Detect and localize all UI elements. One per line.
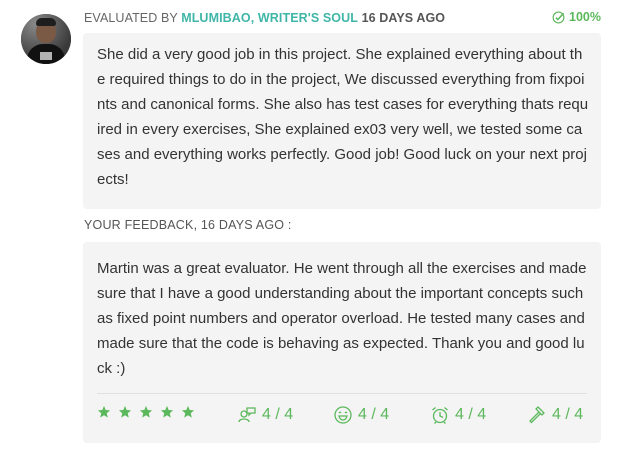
feedback-box: Martin was a great evaluator. He went th… [83,242,601,443]
star-icon [97,405,111,418]
metric-talk: 4 / 4 [237,405,293,425]
check-circle-icon [552,11,565,23]
gavel-icon [529,406,545,424]
evaluated-by-label: EVALUATED BY [84,11,178,25]
evaluation-comment-box: She did a very good job in this project.… [83,33,601,209]
evaluation-header: EVALUATED BY MLUMIBAO, WRITER'S SOUL 16 … [84,11,601,27]
feedback-comment: Martin was a great evaluator. He went th… [97,260,587,377]
metric-punctuality: 4 / 4 [430,405,486,425]
metric-rigor: 4 / 4 [527,405,583,425]
talk-icon [238,407,256,423]
score-value: 100% [569,10,601,24]
metric-value: 4 / 4 [262,406,294,423]
metric-value: 4 / 4 [358,406,390,423]
score-badge: 100% [552,10,601,24]
evaluator-avatar[interactable] [21,14,71,64]
feedback-ratings: 4 / 4 4 / 4 4 / 4 4 / 4 [97,405,589,429]
star-rating [97,405,195,419]
evaluation-comment: She did a very good job in this project.… [97,46,589,188]
evaluation-time: 16 DAYS AGO [361,11,446,25]
metric-smiley: 4 / 4 [333,405,389,425]
star-icon [160,405,174,418]
alarm-clock-icon [432,407,448,424]
feedback-label: YOUR FEEDBACK, 16 DAYS AGO : [84,218,292,232]
metric-value: 4 / 4 [455,406,487,423]
star-icon [181,405,195,418]
star-icon [139,405,153,418]
smiley-icon [334,406,352,424]
evaluator-link[interactable]: MLUMIBAO, WRITER'S SOUL [181,11,358,25]
metric-value: 4 / 4 [552,406,584,423]
star-icon [118,405,132,418]
divider [97,393,587,394]
